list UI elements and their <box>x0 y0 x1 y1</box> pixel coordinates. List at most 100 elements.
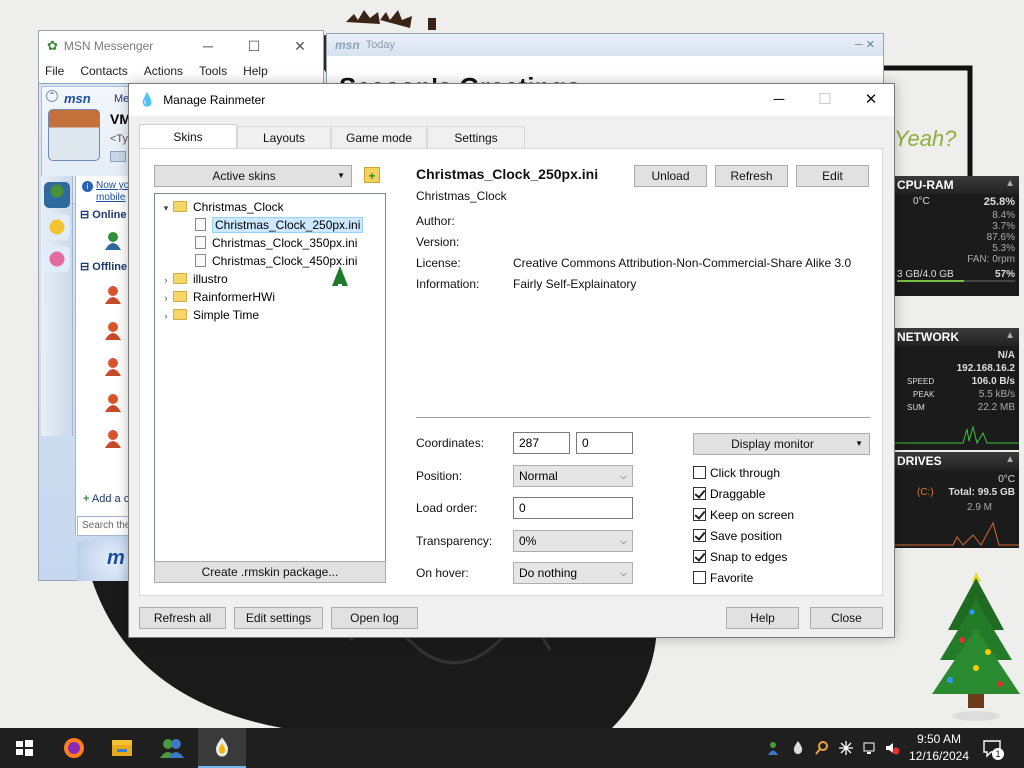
group-offline[interactable]: ⊟ Offline <box>80 260 127 273</box>
option-snap-to-edges-checkbox[interactable]: Snap to edges <box>693 549 787 565</box>
add-contact-link[interactable]: + Add a c <box>83 493 129 505</box>
tree-file-250[interactable]: Christmas_Clock_250px.ini <box>195 216 364 234</box>
maximize-button[interactable]: ☐ <box>231 38 277 55</box>
notification-center-button[interactable]: 1 <box>980 736 1004 760</box>
checkbox-box[interactable] <box>693 466 706 479</box>
collapse-icon[interactable]: ⌃ <box>46 90 58 102</box>
today-window-controls[interactable]: ─ ✕ <box>855 38 875 51</box>
manage-rainmeter-dialog[interactable]: 💧 Manage Rainmeter ─ ☐ ✕ Skins Layouts G… <box>128 83 895 638</box>
minimize-button[interactable]: ─ <box>756 84 802 116</box>
refresh-button[interactable]: Refresh <box>715 165 788 187</box>
settings-divider <box>416 417 870 418</box>
collapse-arrow-icon[interactable]: ▲ <box>1005 178 1015 189</box>
tab-skins[interactable]: Skins <box>139 124 237 148</box>
bell-icon[interactable] <box>44 214 70 240</box>
contacts-tab-icon[interactable] <box>44 182 70 208</box>
add-skin-icon[interactable]: + <box>364 167 380 183</box>
buddy-offline-icon[interactable] <box>102 392 124 414</box>
today-titlebar[interactable]: msn Today <box>327 34 883 56</box>
coordinate-y-input[interactable]: 0 <box>576 432 633 454</box>
tree-folder-illustro[interactable]: › illustro <box>159 270 228 288</box>
buddy-offline-icon[interactable] <box>102 320 124 342</box>
network-gadget[interactable]: NETWORK ▲ N/A 192.168.16.2 SPEED 106.0 B/s… <box>893 328 1019 450</box>
buddy-online-icon[interactable] <box>102 230 124 252</box>
skins-tree[interactable]: ▾ Christmas_Clock Christmas_Clock_250px.i… <box>154 193 386 579</box>
maximize-button[interactable]: ☐ <box>802 84 848 116</box>
expand-icon[interactable]: › <box>159 307 173 325</box>
search-tray-icon[interactable] <box>814 740 830 756</box>
network-tray-icon[interactable] <box>862 740 878 756</box>
open-log-button[interactable]: Open log <box>331 607 418 629</box>
unload-button[interactable]: Unload <box>634 165 707 187</box>
close-button[interactable]: ✕ <box>848 84 894 116</box>
drives-gadget[interactable]: DRIVES ▲ 0°C (C:) Total: 99.5 GB 2.9 M <box>893 452 1019 548</box>
buddy-offline-icon[interactable] <box>102 284 124 306</box>
checkbox-box[interactable] <box>693 487 706 500</box>
close-dialog-button[interactable]: Close <box>810 607 883 629</box>
volume-muted-icon[interactable] <box>884 740 900 756</box>
tab-settings[interactable]: Settings <box>427 126 525 148</box>
msn-messenger-taskbar-icon[interactable] <box>148 728 196 768</box>
firefox-icon[interactable] <box>50 728 98 768</box>
coordinate-x-input[interactable]: 287 <box>513 432 570 454</box>
active-skins-dropdown[interactable]: Active skins ▼ <box>154 165 352 187</box>
menu-actions[interactable]: Actions <box>144 64 183 78</box>
avatar[interactable] <box>48 109 100 161</box>
edit-settings-button[interactable]: Edit settings <box>234 607 323 629</box>
tree-folder-simple-time[interactable]: › Simple Time <box>159 306 260 325</box>
create-rmskin-package-button[interactable]: Create .rmskin package... <box>154 561 386 583</box>
tab-game-mode[interactable]: Game mode <box>331 126 427 148</box>
personal-message[interactable]: <Ty <box>110 133 128 145</box>
cpu-ram-gadget[interactable]: CPU-RAM ▲ 0°C 25.8% 8.4% 3.7% 87.6% 5.3% F… <box>893 176 1019 296</box>
option-save-position-checkbox[interactable]: Save position <box>693 528 782 544</box>
option-favorite-checkbox[interactable]: Favorite <box>693 570 753 586</box>
transparency-select[interactable]: 0% ⌵ <box>513 530 633 552</box>
network-title-text: NETWORK <box>897 330 959 344</box>
tree-file-350[interactable]: Christmas_Clock_350px.ini <box>195 234 357 252</box>
chevron-down-icon: ⌵ <box>620 568 627 578</box>
file-explorer-icon[interactable] <box>98 728 146 768</box>
close-button[interactable]: ✕ <box>277 38 323 55</box>
buddy-offline-icon[interactable] <box>102 356 124 378</box>
option-keep-on-screen-checkbox[interactable]: Keep on screen <box>693 507 794 523</box>
menu-help[interactable]: Help <box>243 64 268 78</box>
taskbar-clock[interactable]: 9:50 AM 12/16/2024 <box>906 731 972 765</box>
rainmeter-tray-icon[interactable] <box>790 740 806 756</box>
help-button[interactable]: Help <box>726 607 799 629</box>
option-draggable-checkbox[interactable]: Draggable <box>693 486 765 502</box>
checkbox-box[interactable] <box>693 550 706 563</box>
mail-icon[interactable] <box>110 151 126 162</box>
load-order-label: Load order: <box>416 501 478 515</box>
position-select[interactable]: Normal ⌵ <box>513 465 633 487</box>
edit-button[interactable]: Edit <box>796 165 869 187</box>
tree-folder-christmas-clock[interactable]: ▾ Christmas_Clock <box>159 198 284 216</box>
minimize-button[interactable]: ─ <box>185 38 231 54</box>
tab-layouts[interactable]: Layouts <box>237 126 331 148</box>
checkbox-box[interactable] <box>693 508 706 521</box>
start-windows-icon[interactable] <box>0 728 48 768</box>
buddy-offline-icon[interactable] <box>102 428 124 450</box>
on-hover-select[interactable]: Do nothing ⌵ <box>513 562 633 584</box>
menu-contacts[interactable]: Contacts <box>80 64 127 78</box>
snowflake-tray-icon[interactable] <box>838 740 854 756</box>
group-online[interactable]: ⊟ Online <box>80 208 127 221</box>
tree-folder-rainformerhwi[interactable]: › RainformerHWi <box>159 288 276 307</box>
expand-icon[interactable]: › <box>159 289 173 307</box>
display-monitor-dropdown[interactable]: Display monitor ▼ <box>693 433 870 455</box>
menu-tools[interactable]: Tools <box>199 64 227 78</box>
msn-tray-icon[interactable] <box>766 740 782 756</box>
checkbox-box[interactable] <box>693 529 706 542</box>
collapse-icon[interactable]: ▾ <box>159 199 173 217</box>
rainmeter-titlebar[interactable]: 💧 Manage Rainmeter ─ ☐ ✕ <box>129 84 894 116</box>
collapse-arrow-icon[interactable]: ▲ <box>1005 454 1015 465</box>
menu-file[interactable]: File <box>45 64 64 78</box>
load-order-input[interactable]: 0 <box>513 497 633 519</box>
expand-icon[interactable]: › <box>159 271 173 289</box>
shopping-icon[interactable] <box>44 246 70 272</box>
msn-titlebar[interactable]: ✿ MSN Messenger ─ ☐ ✕ <box>39 31 323 61</box>
collapse-arrow-icon[interactable]: ▲ <box>1005 330 1015 341</box>
rainmeter-taskbar-icon[interactable] <box>198 728 246 768</box>
refresh-all-button[interactable]: Refresh all <box>139 607 226 629</box>
option-click-through-checkbox[interactable]: Click through <box>693 465 780 481</box>
checkbox-box[interactable] <box>693 571 706 584</box>
